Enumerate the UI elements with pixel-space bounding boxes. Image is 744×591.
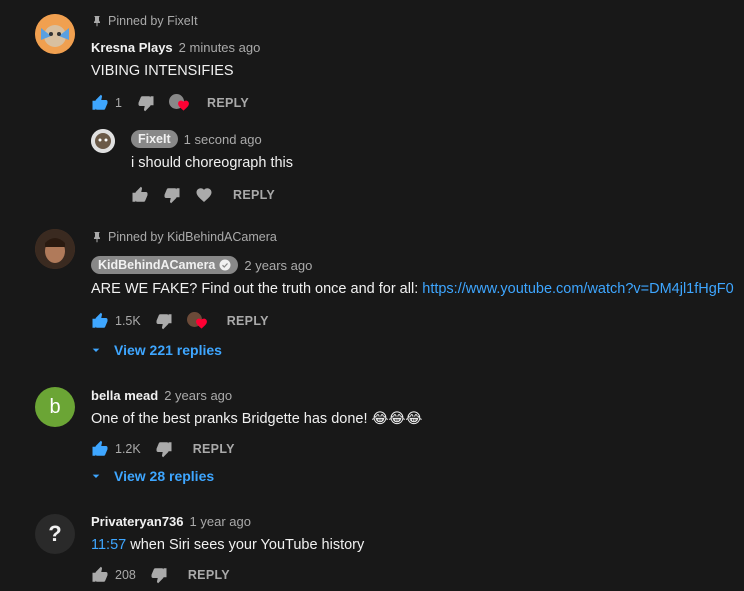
reply-button[interactable]: REPLY bbox=[227, 314, 269, 328]
reply-button[interactable]: REPLY bbox=[207, 96, 249, 110]
dislike-icon[interactable] bbox=[163, 186, 181, 204]
dislike-icon[interactable] bbox=[155, 312, 173, 330]
heart-icon[interactable] bbox=[195, 186, 213, 204]
reply-button[interactable]: REPLY bbox=[193, 442, 235, 456]
avatar[interactable] bbox=[35, 229, 75, 269]
reply-button[interactable]: REPLY bbox=[233, 188, 275, 202]
avatar-image bbox=[35, 14, 75, 54]
verified-check-icon bbox=[219, 259, 231, 271]
heart-icon bbox=[195, 317, 208, 330]
like-icon[interactable] bbox=[91, 312, 109, 330]
comment-text-body: when Siri sees your YouTube history bbox=[126, 537, 365, 553]
view-replies-label: View 28 replies bbox=[114, 468, 215, 484]
avatar-letter: ? bbox=[48, 521, 62, 546]
like-icon[interactable] bbox=[91, 566, 109, 584]
avatar[interactable]: ? bbox=[35, 514, 75, 554]
like-icon[interactable] bbox=[91, 94, 109, 112]
like-count: 1.2K bbox=[115, 442, 141, 456]
avatar-image bbox=[35, 229, 75, 269]
comment-link[interactable]: https://www.youtube.com/watch?v=DM4jl1fH… bbox=[422, 281, 733, 297]
comment-time[interactable]: 2 years ago bbox=[164, 388, 232, 403]
like-count: 208 bbox=[115, 568, 136, 582]
like-icon[interactable] bbox=[91, 440, 109, 458]
dislike-icon[interactable] bbox=[150, 566, 168, 584]
like-count: 1.5K bbox=[115, 314, 141, 328]
chevron-down-icon bbox=[88, 468, 104, 484]
comment-time[interactable]: 1 year ago bbox=[190, 514, 251, 529]
reply-avatar[interactable] bbox=[91, 129, 115, 153]
comment-text: 11:57 when Siri sees your YouTube histor… bbox=[91, 537, 364, 553]
pinned-label: Pinned by KidBehindACamera bbox=[91, 230, 277, 244]
creator-heart-badge bbox=[186, 311, 209, 331]
timestamp-link[interactable]: 11:57 bbox=[91, 537, 126, 553]
comment-text-body: ARE WE FAKE? Find out the truth once and… bbox=[91, 281, 423, 297]
comment-author-badge[interactable]: KidBehindACamera bbox=[91, 256, 239, 274]
pin-icon bbox=[91, 15, 103, 27]
comment-time[interactable]: 2 minutes ago bbox=[179, 40, 261, 55]
heart-icon bbox=[177, 99, 190, 112]
pinned-text: Pinned by FixeIt bbox=[108, 14, 198, 28]
comment-text: VIBING INTENSIFIES bbox=[91, 63, 234, 79]
creator-heart-badge bbox=[169, 93, 191, 113]
like-count: 1 bbox=[115, 96, 122, 110]
reply-text: i should choreograph this bbox=[131, 155, 294, 171]
pin-icon bbox=[91, 231, 103, 243]
view-replies-button[interactable]: View 221 replies bbox=[88, 342, 222, 358]
avatar[interactable] bbox=[35, 14, 75, 54]
view-replies-button[interactable]: View 28 replies bbox=[88, 468, 214, 484]
avatar-letter: b bbox=[49, 395, 61, 418]
reply-button[interactable]: REPLY bbox=[188, 568, 230, 582]
pinned-label: Pinned by FixeIt bbox=[91, 14, 198, 28]
view-replies-label: View 221 replies bbox=[114, 342, 222, 358]
comment-text: One of the best pranks Bridgette has don… bbox=[91, 411, 423, 427]
reply-author-badge[interactable]: FixeIt bbox=[131, 130, 178, 148]
like-icon[interactable] bbox=[131, 186, 149, 204]
chevron-down-icon bbox=[88, 342, 104, 358]
avatar[interactable]: b bbox=[35, 387, 75, 427]
comment-author[interactable]: bella mead bbox=[91, 388, 158, 403]
avatar-image bbox=[91, 129, 115, 153]
comment-author[interactable]: Kresna Plays bbox=[91, 40, 173, 55]
dislike-icon[interactable] bbox=[155, 440, 173, 458]
comment-text: ARE WE FAKE? Find out the truth once and… bbox=[91, 281, 734, 297]
comment-time[interactable]: 2 years ago bbox=[244, 258, 312, 273]
reply-time[interactable]: 1 second ago bbox=[184, 132, 262, 147]
pinned-text: Pinned by KidBehindACamera bbox=[108, 230, 277, 244]
comment-author: KidBehindACamera bbox=[98, 258, 216, 272]
comment-author[interactable]: Privateryan736 bbox=[91, 514, 184, 529]
dislike-icon[interactable] bbox=[137, 94, 155, 112]
